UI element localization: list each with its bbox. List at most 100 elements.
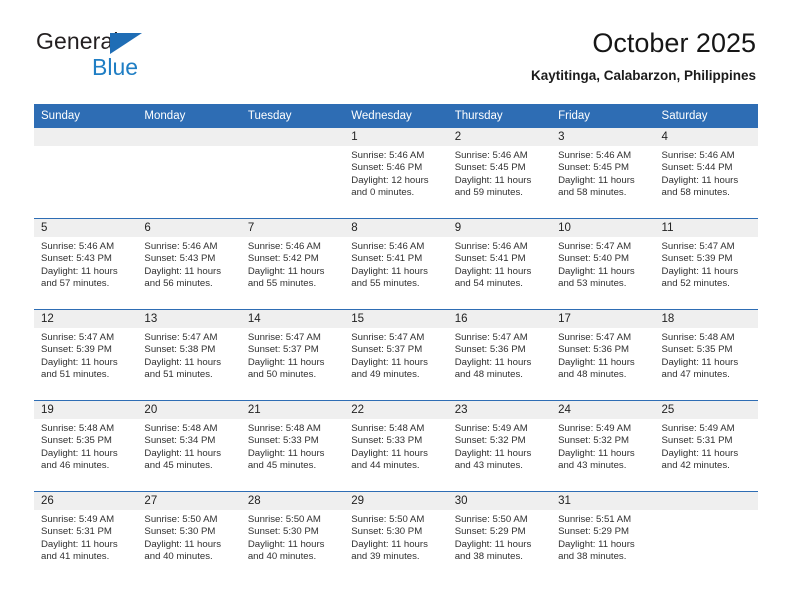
calendar-day-cell[interactable]: 22 Sunrise: 5:48 AM Sunset: 5:33 PM Dayligh… [344, 400, 448, 492]
daylight-1-text: Daylight: 11 hours [144, 356, 222, 368]
day-number: 30 [447, 492, 552, 510]
calendar-day-cell[interactable]: 15 Sunrise: 5:47 AM Sunset: 5:37 PM Dayligh… [344, 309, 448, 401]
calendar-day-cell[interactable]: 17 Sunrise: 5:47 AM Sunset: 5:36 PM Dayligh… [551, 309, 655, 401]
calendar-day-cell[interactable]: 10 Sunrise: 5:47 AM Sunset: 5:40 PM Dayligh… [551, 218, 655, 310]
calendar-day-cell[interactable]: 27 Sunrise: 5:50 AM Sunset: 5:30 PM Dayligh… [137, 491, 241, 582]
calendar-day-cell[interactable]: 20 Sunrise: 5:48 AM Sunset: 5:34 PM Dayligh… [137, 400, 241, 492]
daylight-2-text: and 51 minutes. [41, 369, 110, 381]
calendar-day-cell[interactable]: 1 Sunrise: 5:46 AM Sunset: 5:46 PM Daylight… [344, 128, 448, 219]
day-cell-inner: 18 Sunrise: 5:48 AM Sunset: 5:35 PM Dayligh… [654, 310, 758, 400]
calendar-day-cell[interactable]: 19 Sunrise: 5:48 AM Sunset: 5:35 PM Dayligh… [34, 400, 138, 492]
daylight-1-text: Daylight: 11 hours [351, 447, 428, 459]
sunset-text: Sunset: 5:36 PM [454, 344, 526, 356]
calendar-container: Sunday Monday Tuesday Wednesday Thursday Frid… [34, 104, 758, 582]
calendar-day-cell[interactable]: 3 Sunrise: 5:46 AM Sunset: 5:45 PM Daylight… [551, 128, 655, 219]
sunset-text: Sunset: 5:46 PM [351, 162, 423, 174]
calendar-table: Sunday Monday Tuesday Wednesday Thursday Frid… [34, 104, 758, 582]
daylight-2-text: and 44 minutes. [351, 460, 420, 472]
day-cell-inner: 21 Sunrise: 5:48 AM Sunset: 5:33 PM Dayligh… [240, 401, 345, 491]
day-details: Sunrise: 5:46 AM Sunset: 5:41 PM Daylight:… [344, 237, 447, 291]
sunrise-text: Sunrise: 5:46 AM [661, 150, 735, 161]
sunrise-text: Sunrise: 5:47 AM [144, 332, 218, 343]
calendar-day-cell[interactable]: 29 Sunrise: 5:50 AM Sunset: 5:30 PM Dayligh… [344, 491, 448, 582]
daylight-1-text: Daylight: 11 hours [247, 447, 325, 459]
daylight-1-text: Daylight: 11 hours [454, 447, 532, 459]
daylight-1-text: Daylight: 11 hours [351, 356, 428, 368]
day-number: 9 [447, 219, 552, 237]
daylight-1-text: Daylight: 11 hours [41, 356, 118, 368]
sunset-text: Sunset: 5:31 PM [661, 435, 733, 447]
calendar-day-cell[interactable]: 21 Sunrise: 5:48 AM Sunset: 5:33 PM Dayligh… [240, 400, 345, 492]
calendar-day-cell[interactable]: 2 Sunrise: 5:46 AM Sunset: 5:45 PM Daylight… [447, 128, 552, 219]
calendar-day-cell[interactable]: 25 Sunrise: 5:49 AM Sunset: 5:31 PM Dayligh… [654, 400, 758, 492]
calendar-cell-empty [654, 491, 758, 582]
sunset-text: Sunset: 5:37 PM [351, 344, 423, 356]
calendar-day-cell[interactable]: 13 Sunrise: 5:47 AM Sunset: 5:38 PM Dayligh… [137, 309, 241, 401]
calendar-day-cell[interactable]: 31 Sunrise: 5:51 AM Sunset: 5:29 PM Dayligh… [551, 491, 655, 582]
calendar-day-cell[interactable]: 8 Sunrise: 5:46 AM Sunset: 5:41 PM Daylight… [344, 218, 448, 310]
sunrise-text: Sunrise: 5:46 AM [351, 241, 425, 252]
day-number: 7 [240, 219, 345, 237]
daylight-1-text: Daylight: 11 hours [351, 265, 428, 277]
page-title: October 2025 [592, 28, 756, 58]
sunset-text: Sunset: 5:29 PM [558, 526, 630, 538]
sunset-text: Sunset: 5:40 PM [558, 253, 630, 265]
sunset-text: Sunset: 5:32 PM [558, 435, 630, 447]
day-cell-inner: 3 Sunrise: 5:46 AM Sunset: 5:45 PM Daylight… [551, 128, 655, 218]
daylight-2-text: and 46 minutes. [41, 460, 110, 472]
day-details: Sunrise: 5:50 AM Sunset: 5:30 PM Daylight:… [241, 510, 344, 564]
day-cell-inner: 22 Sunrise: 5:48 AM Sunset: 5:33 PM Dayligh… [344, 401, 448, 491]
day-details: Sunrise: 5:46 AM Sunset: 5:45 PM Daylight:… [551, 146, 654, 200]
day-cell-inner [240, 128, 345, 218]
calendar-day-cell[interactable]: 26 Sunrise: 5:49 AM Sunset: 5:31 PM Dayligh… [34, 491, 138, 582]
calendar-body: 1 Sunrise: 5:46 AM Sunset: 5:46 PM Daylight… [34, 128, 758, 582]
title-block: October 2025 Kaytitinga, Calabarzon, Phi… [531, 26, 756, 86]
daylight-2-text: and 56 minutes. [144, 278, 213, 290]
daylight-2-text: and 54 minutes. [454, 278, 523, 290]
calendar-week-row: 1 Sunrise: 5:46 AM Sunset: 5:46 PM Daylight… [34, 128, 758, 219]
calendar-day-cell[interactable]: 11 Sunrise: 5:47 AM Sunset: 5:39 PM Dayligh… [654, 218, 758, 310]
sunrise-text: Sunrise: 5:46 AM [558, 150, 632, 161]
calendar-day-cell[interactable]: 18 Sunrise: 5:48 AM Sunset: 5:35 PM Dayligh… [654, 309, 758, 401]
day-details: Sunrise: 5:47 AM Sunset: 5:40 PM Daylight:… [551, 237, 654, 291]
day-cell-inner: 8 Sunrise: 5:46 AM Sunset: 5:41 PM Daylight… [344, 219, 448, 309]
sunset-text: Sunset: 5:32 PM [454, 435, 526, 447]
day-number: 29 [344, 492, 448, 510]
calendar-day-cell[interactable]: 6 Sunrise: 5:46 AM Sunset: 5:43 PM Daylight… [137, 218, 241, 310]
day-details: Sunrise: 5:46 AM Sunset: 5:43 PM Daylight:… [137, 237, 240, 291]
calendar-day-cell[interactable]: 12 Sunrise: 5:47 AM Sunset: 5:39 PM Dayligh… [34, 309, 138, 401]
day-details: Sunrise: 5:47 AM Sunset: 5:39 PM Daylight:… [34, 328, 137, 382]
blue-triangle-icon [110, 33, 142, 54]
day-number: 18 [654, 310, 758, 328]
daylight-1-text: Daylight: 11 hours [661, 356, 739, 368]
daylight-1-text: Daylight: 11 hours [558, 265, 635, 277]
calendar-day-cell[interactable]: 9 Sunrise: 5:46 AM Sunset: 5:41 PM Daylight… [447, 218, 552, 310]
weekday-header-wednesday: Wednesday [344, 104, 448, 128]
calendar-day-cell[interactable]: 16 Sunrise: 5:47 AM Sunset: 5:36 PM Dayligh… [447, 309, 552, 401]
day-details: Sunrise: 5:46 AM Sunset: 5:41 PM Daylight:… [448, 237, 551, 291]
day-number: 6 [137, 219, 241, 237]
calendar-day-cell[interactable]: 4 Sunrise: 5:46 AM Sunset: 5:44 PM Daylight… [654, 128, 758, 219]
page-header: General Blue October 2025 Kaytitinga, Ca… [0, 0, 792, 83]
day-details: Sunrise: 5:47 AM Sunset: 5:38 PM Daylight:… [137, 328, 240, 382]
calendar-day-cell[interactable]: 23 Sunrise: 5:49 AM Sunset: 5:32 PM Dayligh… [447, 400, 552, 492]
daylight-2-text: and 58 minutes. [661, 187, 730, 199]
sunset-text: Sunset: 5:36 PM [558, 344, 630, 356]
day-details: Sunrise: 5:47 AM Sunset: 5:39 PM Daylight:… [655, 237, 758, 291]
calendar-day-cell[interactable]: 28 Sunrise: 5:50 AM Sunset: 5:30 PM Dayligh… [240, 491, 345, 582]
daylight-2-text: and 48 minutes. [454, 369, 523, 381]
weekday-header-saturday: Saturday [654, 104, 758, 128]
brand-logo[interactable]: General Blue [36, 28, 236, 84]
day-cell-inner: 20 Sunrise: 5:48 AM Sunset: 5:34 PM Dayligh… [137, 401, 241, 491]
calendar-day-cell[interactable]: 7 Sunrise: 5:46 AM Sunset: 5:42 PM Daylight… [240, 218, 345, 310]
sunrise-text: Sunrise: 5:48 AM [351, 423, 425, 434]
calendar-day-cell[interactable]: 30 Sunrise: 5:50 AM Sunset: 5:29 PM Dayligh… [447, 491, 552, 582]
calendar-day-cell[interactable]: 14 Sunrise: 5:47 AM Sunset: 5:37 PM Dayligh… [240, 309, 345, 401]
day-number: 22 [344, 401, 448, 419]
day-number: 13 [137, 310, 241, 328]
sunrise-text: Sunrise: 5:48 AM [144, 423, 218, 434]
daylight-2-text: and 43 minutes. [454, 460, 523, 472]
day-number: 4 [654, 128, 758, 146]
calendar-day-cell[interactable]: 5 Sunrise: 5:46 AM Sunset: 5:43 PM Daylight… [34, 218, 138, 310]
calendar-day-cell[interactable]: 24 Sunrise: 5:49 AM Sunset: 5:32 PM Dayligh… [551, 400, 655, 492]
